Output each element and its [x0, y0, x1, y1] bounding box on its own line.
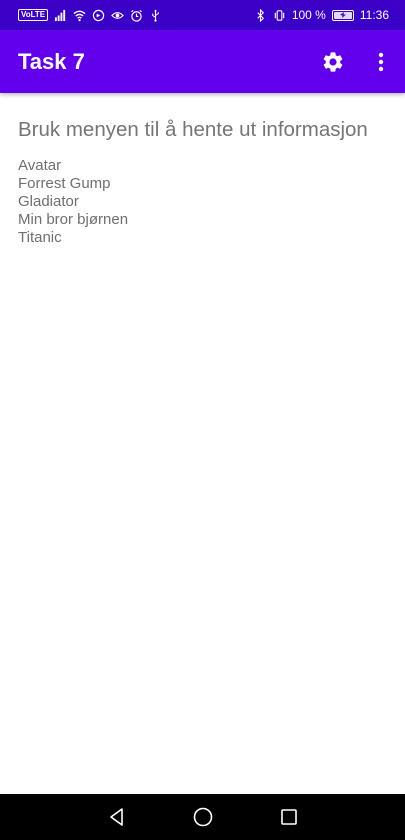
movie-list-item: Titanic [18, 229, 62, 246]
settings-button[interactable] [309, 38, 357, 86]
battery-percent: 100 % [291, 8, 326, 22]
back-button[interactable] [74, 794, 160, 840]
system-nav-bar [0, 794, 405, 840]
movie-list-item: Forrest Gump [18, 175, 111, 192]
eye-icon [111, 9, 125, 22]
sync-icon [92, 9, 105, 22]
main-content: Bruk menyen til å hente ut informasjon A… [18, 116, 388, 247]
status-left: VoLTE [18, 8, 162, 22]
charging-bolt-icon [339, 12, 346, 18]
movie-list-item: Min bror bjørnen [18, 211, 129, 228]
back-triangle-icon [109, 808, 123, 826]
battery-icon [331, 9, 354, 21]
recents-button[interactable] [246, 794, 332, 840]
status-bar: VoLTE 100 % 11:36 [0, 0, 405, 30]
signal-icon [54, 9, 67, 22]
app-bar: Task 7 [0, 30, 405, 93]
status-right: 100 % 11:36 [254, 8, 389, 22]
vibrate-icon [273, 9, 286, 22]
alarm-icon [130, 9, 143, 22]
clock: 11:36 [359, 8, 389, 22]
bluetooth-icon [254, 8, 267, 22]
gear-icon [323, 51, 343, 72]
movie-list-item: Avatar [18, 157, 62, 174]
recents-square-icon [280, 809, 297, 825]
more-vert-icon [378, 52, 384, 71]
volte-indicator: VoLTE [18, 9, 49, 21]
instruction-heading: Bruk menyen til å hente ut informasjon [18, 118, 368, 141]
home-button[interactable] [160, 794, 246, 840]
usb-icon [149, 8, 162, 22]
movie-list: Avatar Forrest Gump Gladiator Min bror b… [18, 157, 388, 247]
overflow-menu-button[interactable] [357, 38, 405, 86]
home-circle-icon [193, 807, 212, 827]
app-title: Task 7 [18, 48, 85, 74]
movie-list-item: Gladiator [18, 193, 79, 210]
wifi-icon [73, 9, 86, 22]
